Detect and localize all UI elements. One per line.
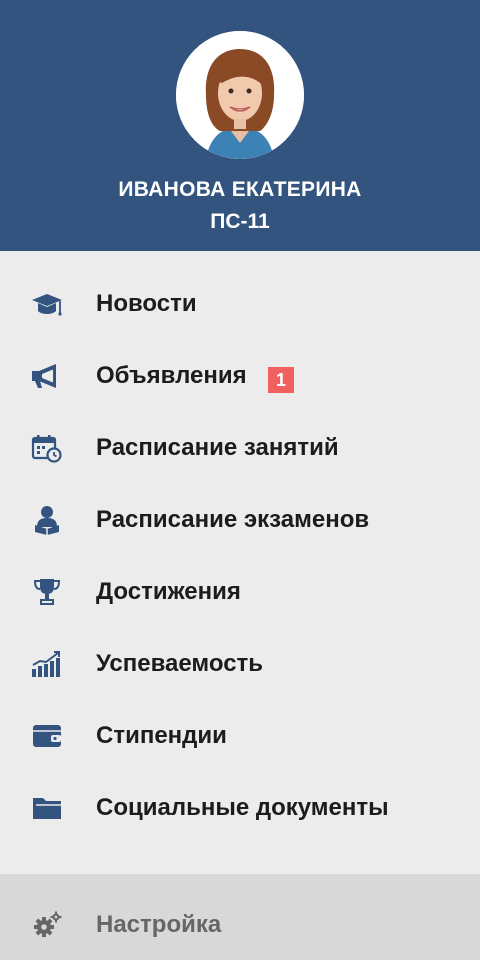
avatar-photo (176, 31, 304, 159)
menu-item-exam-schedule[interactable]: Расписание экзаменов (0, 483, 480, 555)
menu-item-social-documents[interactable]: Социальные документы (0, 771, 480, 843)
menu-item-label: Достижения (96, 578, 241, 605)
user-group: ПС-11 (210, 210, 270, 233)
notification-badge: 1 (268, 367, 294, 393)
menu-item-label: Стипендии (96, 722, 227, 749)
bar-chart-icon (30, 649, 64, 679)
menu-item-settings[interactable]: Настройка (0, 888, 480, 960)
graduation-cap-icon (30, 289, 64, 319)
gears-icon (30, 910, 64, 940)
profile-header: ИВАНОВА ЕКАТЕРИНА ПС-11 (0, 0, 480, 251)
menu-item-label: Расписание занятий (96, 434, 339, 461)
menu-item-news[interactable]: Новости (0, 267, 480, 339)
wallet-icon (30, 721, 64, 751)
menu-item-label: Успеваемость (96, 650, 264, 677)
user-name: ИВАНОВА ЕКАТЕРИНА (118, 178, 362, 201)
navigation-menu: Новости Объявления 1 Расписание занятий … (0, 251, 480, 874)
menu-item-label: Социальные документы (96, 794, 389, 821)
menu-item-announcements[interactable]: Объявления 1 (0, 339, 480, 411)
trophy-icon (30, 577, 64, 607)
avatar[interactable] (176, 31, 304, 159)
menu-item-label: Объявления (96, 362, 247, 389)
menu-item-label: Новости (96, 290, 197, 317)
calendar-clock-icon (30, 433, 64, 463)
student-reading-icon (30, 505, 64, 535)
settings-label: Настройка (96, 911, 222, 938)
menu-item-scholarships[interactable]: Стипендии (0, 699, 480, 771)
menu-item-performance[interactable]: Успеваемость (0, 627, 480, 699)
footer: Настройка (0, 874, 480, 960)
menu-item-achievements[interactable]: Достижения (0, 555, 480, 627)
menu-item-label: Расписание экзаменов (96, 506, 370, 533)
folder-icon (30, 793, 64, 823)
menu-item-class-schedule[interactable]: Расписание занятий (0, 411, 480, 483)
megaphone-icon (30, 361, 64, 391)
